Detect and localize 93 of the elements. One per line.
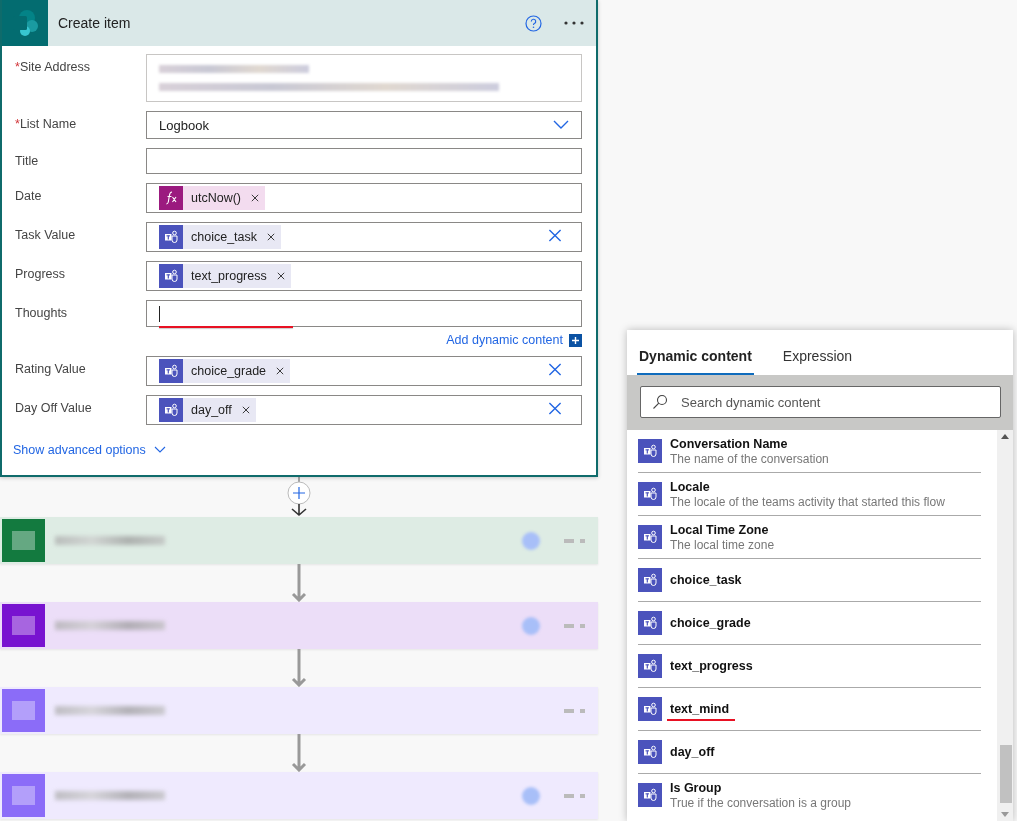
remove-icon[interactable] — [267, 233, 275, 241]
remove-icon[interactable] — [251, 194, 259, 202]
token-chip[interactable]: text_progress — [159, 264, 291, 288]
token-label: text_progress — [191, 269, 267, 283]
token-chip[interactable]: choice_grade — [159, 359, 291, 383]
blurred-step-card[interactable] — [0, 517, 598, 564]
teams-icon — [638, 525, 662, 549]
token-field[interactable]: day_off — [146, 395, 582, 425]
blurred-icon — [522, 531, 540, 550]
site-address-field[interactable] — [146, 54, 582, 102]
token-label: choice_grade — [191, 364, 267, 378]
teams-icon — [159, 398, 183, 422]
item-description: The local time zone — [670, 537, 775, 552]
item-description: True if the conversation is a group — [670, 795, 851, 810]
function-icon — [159, 186, 183, 210]
list-name-dropdown[interactable]: Logbook — [146, 111, 582, 139]
teams-icon — [638, 482, 662, 506]
item-name: Locale — [670, 479, 711, 495]
token-label: choice_task — [191, 230, 257, 244]
item-name: Is Group — [670, 780, 723, 796]
item-name: Conversation Name — [670, 436, 789, 452]
item-description: The name of the conversation — [670, 451, 829, 466]
field-label: Task Value — [15, 227, 77, 242]
field-label: Progress — [15, 266, 67, 281]
help-icon[interactable] — [525, 14, 542, 32]
chevron-down-icon[interactable] — [153, 446, 166, 454]
item-name: text_progress — [670, 658, 753, 674]
field-label: Thoughts — [15, 305, 69, 320]
field-label: *List Name — [15, 116, 78, 131]
teams-icon — [159, 359, 183, 383]
add-dynamic-content-link[interactable]: Add dynamic content — [446, 333, 563, 347]
teams-icon — [638, 740, 662, 764]
remove-icon[interactable] — [276, 272, 285, 280]
dynamic-content-item[interactable]: choice_task — [638, 559, 981, 602]
token-label: utcNow() — [191, 191, 241, 205]
card-title: Create item — [58, 15, 132, 31]
scrollbar-thumb[interactable] — [1000, 745, 1012, 803]
dynamic-content-item[interactable]: Local Time Zone The local time zone — [638, 516, 981, 559]
blurred-step-card[interactable] — [0, 687, 598, 734]
clear-icon[interactable] — [548, 401, 562, 416]
clear-icon[interactable] — [548, 228, 562, 243]
dynamic-content-item[interactable]: choice_grade — [638, 602, 981, 645]
teams-icon — [159, 225, 183, 249]
item-name: text_mind — [670, 701, 730, 717]
blurred-step-card[interactable] — [0, 602, 598, 649]
token-chip[interactable]: choice_task — [159, 225, 281, 249]
token-field[interactable]: utcNow() — [146, 183, 582, 213]
dynamic-content-item[interactable]: text_mind — [638, 688, 981, 731]
item-name: Local Time Zone — [670, 522, 770, 538]
chevron-down-icon — [553, 120, 569, 130]
dynamic-content-item[interactable]: Conversation Name The name of the conversation — [638, 430, 981, 473]
token-chip[interactable]: day_off — [159, 398, 256, 422]
field-label: Rating Value — [15, 361, 87, 376]
item-description: The locale of the teams activity that started this flow — [670, 494, 945, 509]
remove-icon[interactable] — [241, 406, 250, 414]
search-field[interactable]: Search dynamic content — [640, 386, 1001, 418]
teams-icon — [638, 697, 662, 721]
teams-icon — [159, 264, 183, 288]
token-label: day_off — [191, 403, 232, 417]
text-field[interactable] — [146, 148, 582, 174]
item-name: choice_task — [670, 572, 742, 588]
teams-icon — [638, 654, 662, 678]
dynamic-content-item[interactable]: text_progress — [638, 645, 981, 688]
blurred-icon — [522, 786, 540, 805]
remove-icon[interactable] — [276, 367, 285, 375]
token-field[interactable]: choice_grade — [146, 356, 582, 386]
scrollbar[interactable] — [997, 430, 1013, 821]
item-name: day_off — [670, 744, 715, 760]
add-step-connector[interactable] — [286, 477, 312, 517]
field-label: Date — [15, 188, 43, 203]
show-advanced-options-link[interactable]: Show advanced options — [13, 443, 146, 457]
scroll-up-icon[interactable] — [1001, 434, 1009, 439]
field-label: Day Off Value — [15, 400, 93, 415]
more-icon[interactable] — [564, 21, 584, 25]
clear-icon[interactable] — [548, 362, 562, 377]
token-chip[interactable]: utcNow() — [159, 186, 265, 210]
token-field[interactable]: text_progress — [146, 261, 582, 291]
blurred-icon — [522, 616, 540, 635]
dynamic-content-item[interactable]: day_off — [638, 731, 981, 774]
field-label: *Site Address — [15, 59, 92, 74]
item-name: choice_grade — [670, 615, 751, 631]
field-label: Title — [15, 153, 40, 168]
teams-icon — [638, 439, 662, 463]
text-field[interactable] — [146, 300, 582, 327]
teams-icon — [638, 568, 662, 592]
teams-icon — [638, 783, 662, 807]
scroll-down-icon[interactable] — [1001, 812, 1009, 817]
panel-tab[interactable]: Expression — [780, 330, 855, 375]
dynamic-content-item[interactable]: Is Group True if the conversation is a group — [638, 774, 981, 816]
teams-icon — [638, 611, 662, 635]
token-field[interactable]: choice_task — [146, 222, 582, 252]
dynamic-content-item[interactable]: Locale The locale of the teams activity that started this flow — [638, 473, 981, 516]
blurred-step-card[interactable] — [0, 772, 598, 819]
